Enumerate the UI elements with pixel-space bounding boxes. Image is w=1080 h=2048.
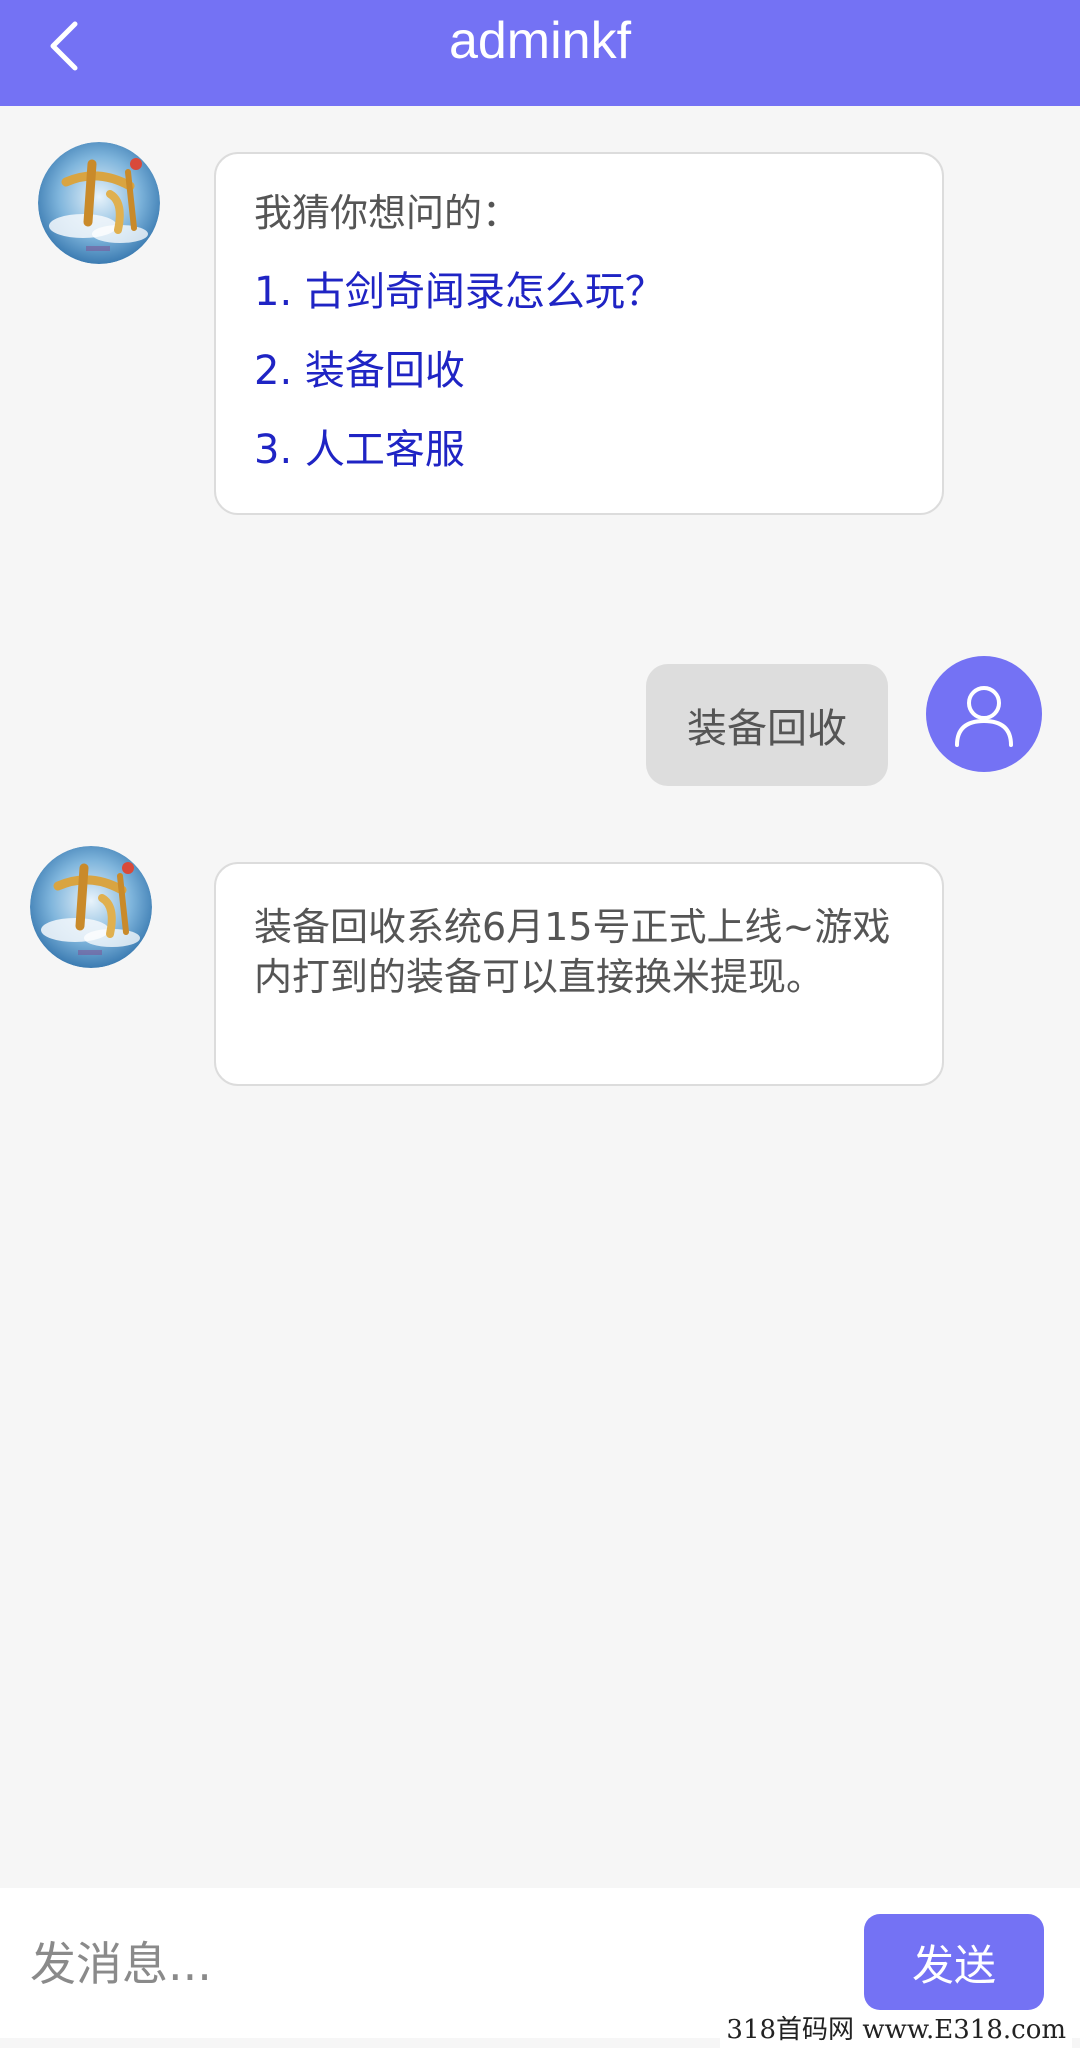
user-icon <box>955 686 1013 747</box>
bot-avatar <box>30 846 152 968</box>
app-header: adminkf <box>0 0 1080 106</box>
user-avatar <box>926 656 1042 772</box>
menu-intro-text: 我猜你想问的： <box>254 191 521 235</box>
menu-item-how-to-play[interactable]: 1. 古剑奇闻录怎么玩？ <box>254 267 904 317</box>
page-title: adminkf <box>448 12 632 70</box>
user-message-bubble: 装备回收 <box>646 664 888 786</box>
bot-answer-bubble: 装备回收系统6月15号正式上线~游戏内打到的装备可以直接换米提现。 <box>214 862 944 1086</box>
menu-item-human-service[interactable]: 3. 人工客服 <box>254 425 904 475</box>
bot-menu-bubble: 我猜你想问的： 1. 古剑奇闻录怎么玩？ 2. 装备回收 3. 人工客服 <box>214 152 944 515</box>
send-button[interactable]: 发送 <box>864 1914 1044 2010</box>
answer-text: 装备回收系统6月15号正式上线~游戏内打到的装备可以直接换米提现。 <box>254 905 891 999</box>
bot-avatar <box>38 142 160 264</box>
watermark: 318首码网 www.E318.com <box>720 2012 1072 2048</box>
game-logo-icon <box>30 846 152 968</box>
game-logo-icon <box>38 142 160 264</box>
message-input[interactable] <box>30 1914 830 2014</box>
menu-item-equipment-recycle[interactable]: 2. 装备回收 <box>254 346 904 396</box>
